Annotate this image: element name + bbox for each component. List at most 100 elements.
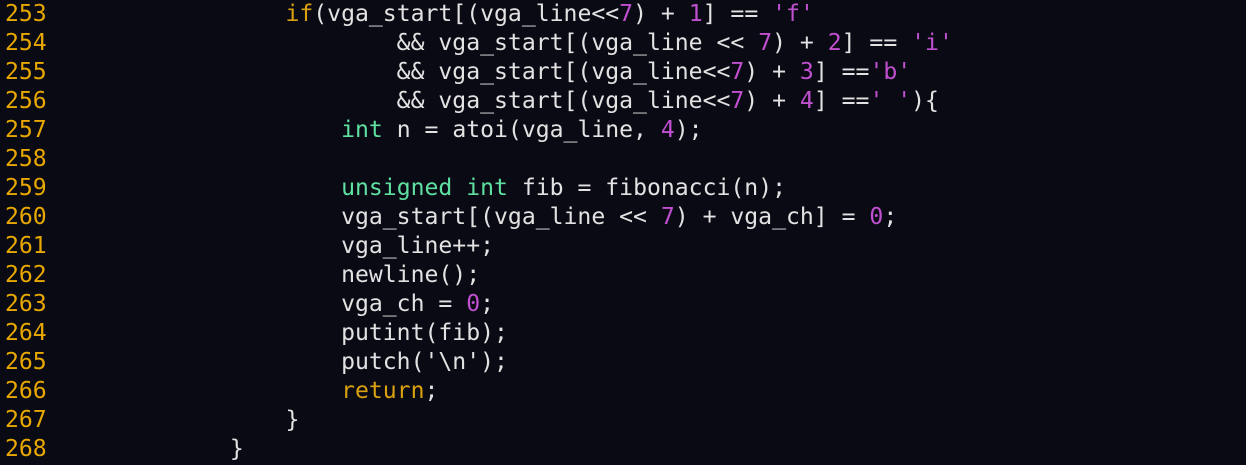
token-txt: } [63, 407, 300, 433]
token-txt: } [63, 436, 244, 462]
line-number: 267 [5, 407, 47, 433]
token-txt: ){ [911, 88, 939, 114]
line-number: 261 [5, 233, 47, 259]
code-line[interactable]: 268 } [0, 435, 1246, 464]
token-kw: if [285, 1, 314, 27]
token-num: 3 [799, 59, 814, 85]
line-number: 253 [5, 1, 47, 27]
token-str: 'b' [869, 59, 912, 85]
token-num: 0 [466, 291, 481, 317]
code-line[interactable]: 267 } [0, 406, 1246, 435]
token-txt: ) + [744, 59, 800, 85]
line-number: 259 [5, 175, 47, 201]
line-number: 268 [5, 436, 47, 462]
token-txt: putch('\n'); [63, 349, 508, 375]
token-txt: newline(); [63, 262, 481, 288]
line-code: } [63, 406, 299, 435]
token-txt: && vga_start[(vga_line << [63, 30, 759, 56]
token-type: int [341, 117, 383, 143]
token-num: 7 [730, 59, 745, 85]
token-txt: ; [480, 291, 495, 317]
line-number: 257 [5, 117, 47, 143]
token-txt: && vga_start[(vga_line<< [63, 59, 731, 85]
line-number: 265 [5, 349, 47, 375]
line-code: unsigned int fib = fibonacci(n); [63, 174, 786, 203]
token-num: 4 [660, 117, 675, 143]
line-number: 263 [5, 291, 47, 317]
line-code: vga_ch = 0; [63, 290, 494, 319]
line-code: && vga_start[(vga_line<<7) + 3] =='b' [63, 58, 911, 87]
line-number: 254 [5, 30, 47, 56]
code-line[interactable]: 259 unsigned int fib = fibonacci(n); [0, 174, 1246, 203]
token-txt: ; [883, 204, 898, 230]
line-number: 262 [5, 262, 47, 288]
code-line[interactable]: 256 && vga_start[(vga_line<<7) + 4] ==' … [0, 87, 1246, 116]
token-str: 'f' [772, 1, 814, 27]
token-type: int [466, 175, 508, 201]
token-type: unsigned [341, 175, 453, 201]
token-txt: vga_ch = [63, 291, 467, 317]
line-code: && vga_start[(vga_line<<7) + 4] ==' '){ [63, 87, 939, 116]
token-txt: && vga_start[(vga_line<< [63, 88, 731, 114]
token-txt: ) + [744, 88, 800, 114]
code-line[interactable]: 261 vga_line++; [0, 232, 1246, 261]
line-number: 256 [5, 88, 47, 114]
token-txt: ] == [841, 30, 912, 56]
code-line[interactable]: 265 putch('\n'); [0, 348, 1246, 377]
token-num: 7 [758, 30, 773, 56]
token-str: ' ' [869, 88, 912, 114]
token-txt: ] == [813, 59, 870, 85]
token-txt: ); [674, 117, 703, 143]
line-code: newline(); [63, 261, 480, 290]
line-code: int n = atoi(vga_line, 4); [63, 116, 703, 145]
line-code: putch('\n'); [63, 348, 508, 377]
token-str: 'i' [911, 30, 953, 56]
token-num: 1 [688, 1, 703, 27]
code-line[interactable]: 257 int n = atoi(vga_line, 4); [0, 116, 1246, 145]
token-num: 2 [827, 30, 842, 56]
line-code: && vga_start[(vga_line << 7) + 2] == 'i' [63, 29, 953, 58]
token-num: 7 [660, 204, 675, 230]
token-num: 7 [619, 1, 634, 27]
token-num: 4 [799, 88, 814, 114]
token-txt: vga_line++; [63, 233, 495, 259]
line-code: if(vga_start[(vga_line<<7) + 1] == 'f' [63, 0, 814, 29]
token-kw: return [341, 378, 425, 404]
code-line[interactable]: 262 newline(); [0, 261, 1246, 290]
code-editor[interactable]: 253 if(vga_start[(vga_line<<7) + 1] == '… [0, 0, 1246, 464]
token-txt: ] == [813, 88, 870, 114]
token-txt: ) + [772, 30, 828, 56]
line-code: return; [63, 377, 438, 406]
token-num: 0 [869, 204, 884, 230]
line-number: 266 [5, 378, 47, 404]
line-code: putint(fib); [63, 319, 508, 348]
token-txt: putint(fib); [63, 320, 508, 346]
line-number: 260 [5, 204, 47, 230]
line-number: 255 [5, 59, 47, 85]
code-line[interactable]: 258 [0, 145, 1246, 174]
code-line[interactable]: 255 && vga_start[(vga_line<<7) + 3] =='b… [0, 58, 1246, 87]
line-code: vga_line++; [63, 232, 494, 261]
line-code: vga_start[(vga_line << 7) + vga_ch] = 0; [63, 203, 897, 232]
code-line[interactable]: 254 && vga_start[(vga_line << 7) + 2] ==… [0, 29, 1246, 58]
token-txt: vga_start[(vga_line << [63, 204, 661, 230]
token-txt: n = atoi(vga_line, [382, 117, 661, 143]
token-txt: (vga_start[(vga_line<< [313, 1, 620, 27]
token-txt: fib = fibonacci(n); [507, 175, 787, 201]
line-number: 258 [5, 146, 47, 172]
code-line[interactable]: 264 putint(fib); [0, 319, 1246, 348]
code-line[interactable]: 253 if(vga_start[(vga_line<<7) + 1] == '… [0, 0, 1246, 29]
code-line[interactable]: 260 vga_start[(vga_line << 7) + vga_ch] … [0, 203, 1246, 232]
token-txt: ) + vga_ch] = [674, 204, 870, 230]
token-txt: ] == [702, 1, 773, 27]
token-num: 7 [730, 88, 745, 114]
code-line[interactable]: 263 vga_ch = 0; [0, 290, 1246, 319]
code-line[interactable]: 266 return; [0, 377, 1246, 406]
line-number: 264 [5, 320, 47, 346]
line-code: } [63, 435, 244, 464]
token-txt: ; [424, 378, 439, 404]
